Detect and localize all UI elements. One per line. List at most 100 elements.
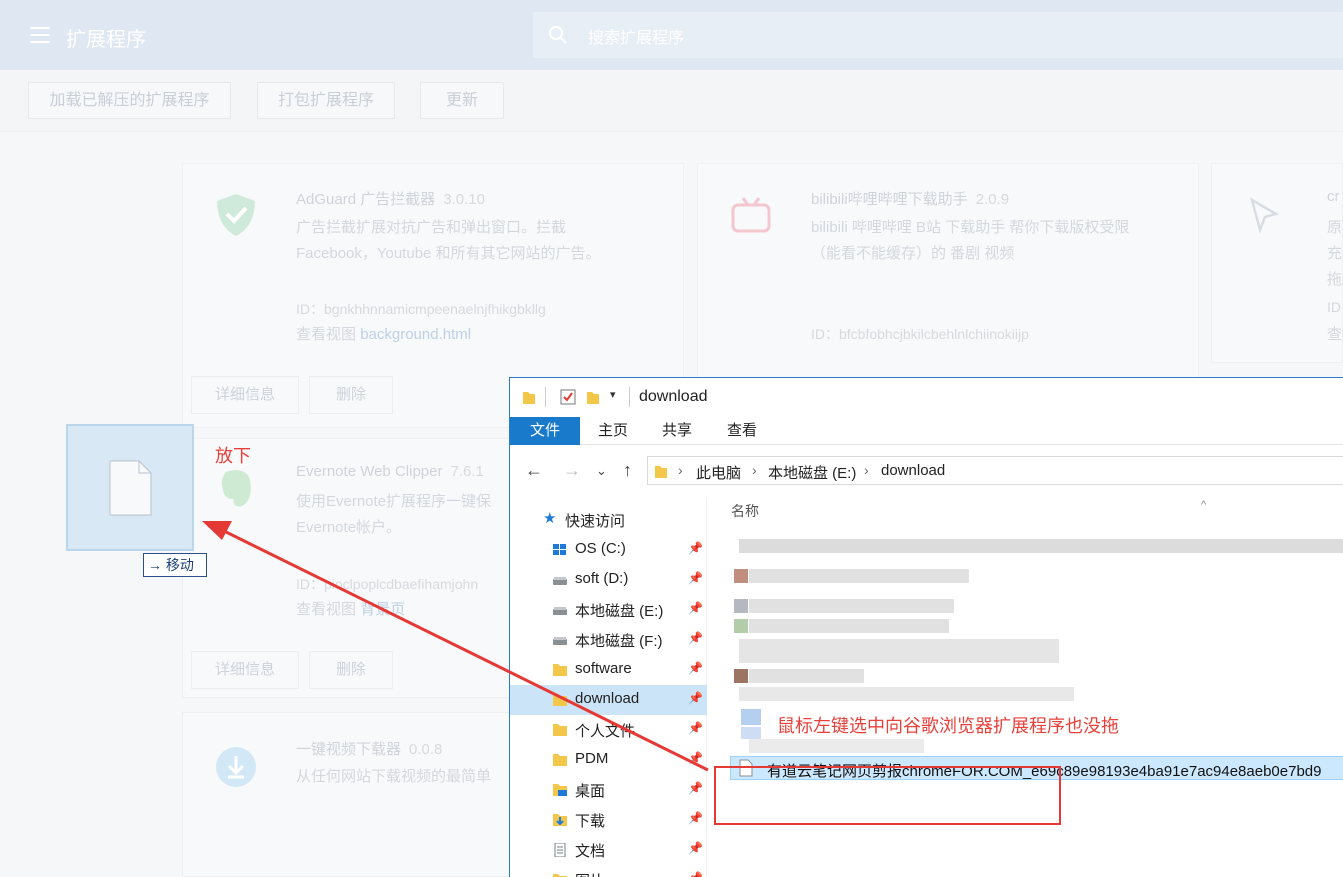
download-folder-icon (553, 814, 567, 826)
extension-name: 一键视频下载器 0.0.8 (296, 741, 443, 758)
windows-drive-icon (553, 544, 566, 555)
breadcrumb-separator: › (678, 462, 683, 478)
pin-icon[interactable]: 📌 (688, 871, 703, 877)
page-title: 扩展程序 (66, 29, 146, 51)
extension-name: Evernote Web Clipper 7.6.1 (296, 463, 484, 480)
nav-software[interactable]: software 📌 (510, 655, 707, 685)
column-header-name[interactable]: 名称 ^ (731, 499, 1206, 521)
pin-icon[interactable]: 📌 (688, 631, 703, 645)
inspect-views: 查看视图 background.html (296, 326, 472, 343)
folder-icon (655, 466, 667, 478)
nav-downloads[interactable]: 下载 📌 (510, 805, 707, 835)
pin-icon[interactable]: 📌 (688, 751, 703, 765)
nav-drive-c[interactable]: OS (C:) 📌 (510, 535, 707, 565)
load-unpacked-button[interactable]: 加载已解压的扩展程序 (28, 82, 231, 119)
pin-icon[interactable]: 📌 (688, 811, 703, 825)
extension-id: ID：pioclpoplcdbaefihamjohn (296, 576, 479, 592)
star-icon: ★ (543, 510, 557, 527)
nav-pdm[interactable]: PDM 📌 (510, 745, 707, 775)
blurred-file-row (749, 739, 924, 753)
drop-annotation: 放下 (215, 446, 251, 467)
blurred-file-icon (734, 569, 748, 583)
blurred-file-icon (734, 669, 748, 683)
pin-icon[interactable]: 📌 (688, 541, 703, 555)
pin-icon[interactable]: 📌 (688, 691, 703, 705)
blurred-file-icon (734, 619, 748, 633)
nav-drive-e[interactable]: 本地磁盘 (E:) 📌 (510, 595, 707, 625)
up-arrow-icon[interactable]: ↑ (623, 460, 632, 481)
update-button[interactable]: 更新 (420, 82, 504, 119)
highlight-box (714, 766, 1061, 825)
drive-icon (553, 607, 567, 615)
breadcrumb-drive-e[interactable]: 本地磁盘 (E:) (768, 462, 856, 483)
extension-description: 使用Evernote扩展程序一键保 Evernote帐户。 (296, 493, 492, 536)
address-row: ← → ⌄ ↑ › 此电脑 › 本地磁盘 (E:) › download (510, 451, 1343, 491)
nav-desktop[interactable]: 桌面 📌 (510, 775, 707, 805)
menu-icon[interactable] (30, 27, 50, 43)
pin-icon[interactable]: 📌 (688, 571, 703, 585)
nav-personal-files[interactable]: 个人文件 📌 (510, 715, 707, 745)
extension-description: 原充拖 (1327, 219, 1343, 288)
folder-icon (553, 724, 567, 736)
blurred-file-icon (741, 727, 761, 739)
extension-name: cr (1327, 188, 1340, 205)
blurred-file-icon (741, 709, 761, 725)
recent-locations-icon[interactable]: ⌄ (596, 463, 607, 479)
tab-share[interactable]: 共享 (652, 417, 702, 445)
address-bar[interactable]: › 此电脑 › 本地磁盘 (E:) › download (647, 456, 1343, 485)
details-button[interactable]: 详细信息 (191, 376, 299, 414)
title-bar: ▾ download (510, 378, 1343, 417)
nav-drive-f[interactable]: 本地磁盘 (F:) 📌 (510, 625, 707, 655)
background-page-link[interactable]: 背景页 (360, 601, 405, 618)
nav-drive-d[interactable]: soft (D:) 📌 (510, 565, 707, 595)
forward-arrow-icon[interactable]: → (563, 460, 581, 481)
breadcrumb-this-pc[interactable]: 此电脑 (696, 462, 741, 483)
inspect-views: 查 (1327, 326, 1343, 343)
extension-description: 广告拦截扩展对抗广告和弹出窗口。拦截 Facebook，Youtube 和所有其它… (296, 219, 601, 262)
sort-ascending-icon: ^ (1201, 499, 1207, 511)
remove-button[interactable]: 删除 (309, 651, 393, 689)
pack-extension-button[interactable]: 打包扩展程序 (257, 82, 395, 119)
pin-icon[interactable]: 📌 (688, 601, 703, 615)
bilibili-tv-icon (731, 197, 771, 233)
pin-icon[interactable]: 📌 (688, 841, 703, 855)
nav-pictures[interactable]: 图片📌 (510, 865, 707, 877)
new-folder-icon[interactable] (586, 389, 600, 405)
blurred-file-row (739, 539, 1343, 553)
breadcrumb-separator: › (752, 462, 757, 478)
adguard-shield-icon (217, 194, 255, 236)
tab-file[interactable]: 文件 (510, 417, 580, 445)
quick-access-dropdown-icon[interactable]: ▾ (610, 388, 616, 401)
extension-card-partial (1211, 163, 1343, 363)
search-input[interactable]: 搜索扩展程序 (588, 24, 684, 48)
nav-documents[interactable]: 文档 📌 (510, 835, 707, 865)
extension-id: ID (1327, 299, 1341, 315)
properties-check-icon[interactable] (560, 389, 576, 405)
extension-card-video-downloader (182, 712, 512, 877)
blurred-file-row (739, 687, 1074, 701)
folder-icon (553, 664, 567, 676)
nav-download[interactable]: download 📌 (510, 685, 707, 715)
extension-id: ID：bgnkhhnnamicmpeenaelnjfhikgbkllg (296, 301, 546, 317)
extension-name: AdGuard 广告拦截器 3.0.10 (296, 191, 485, 208)
pin-icon[interactable]: 📌 (688, 781, 703, 795)
nav-quick-access[interactable]: ★ 快速访问 (510, 505, 707, 535)
folder-icon (553, 694, 567, 706)
background-page-link[interactable]: background.html (360, 326, 471, 343)
cursor-arrow-icon (1250, 197, 1280, 235)
remove-button[interactable]: 删除 (309, 376, 393, 414)
inspect-views: 查看视图 背景页 (296, 601, 406, 618)
pictures-icon (553, 874, 567, 877)
tab-view[interactable]: 查看 (717, 417, 767, 445)
back-arrow-icon[interactable]: ← (525, 460, 543, 481)
folder-icon (523, 392, 535, 404)
pin-icon[interactable]: 📌 (688, 661, 703, 675)
search-icon (549, 26, 567, 44)
tab-home[interactable]: 主页 (588, 417, 638, 445)
folder-icon (553, 754, 567, 766)
breadcrumb-download[interactable]: download (881, 462, 945, 479)
move-tooltip: → 移动 (143, 553, 207, 577)
details-button[interactable]: 详细信息 (191, 651, 299, 689)
pin-icon[interactable]: 📌 (688, 721, 703, 735)
instruction-note: 鼠标左键选中向谷歌浏览器扩展程序也没拖 (777, 716, 1119, 737)
